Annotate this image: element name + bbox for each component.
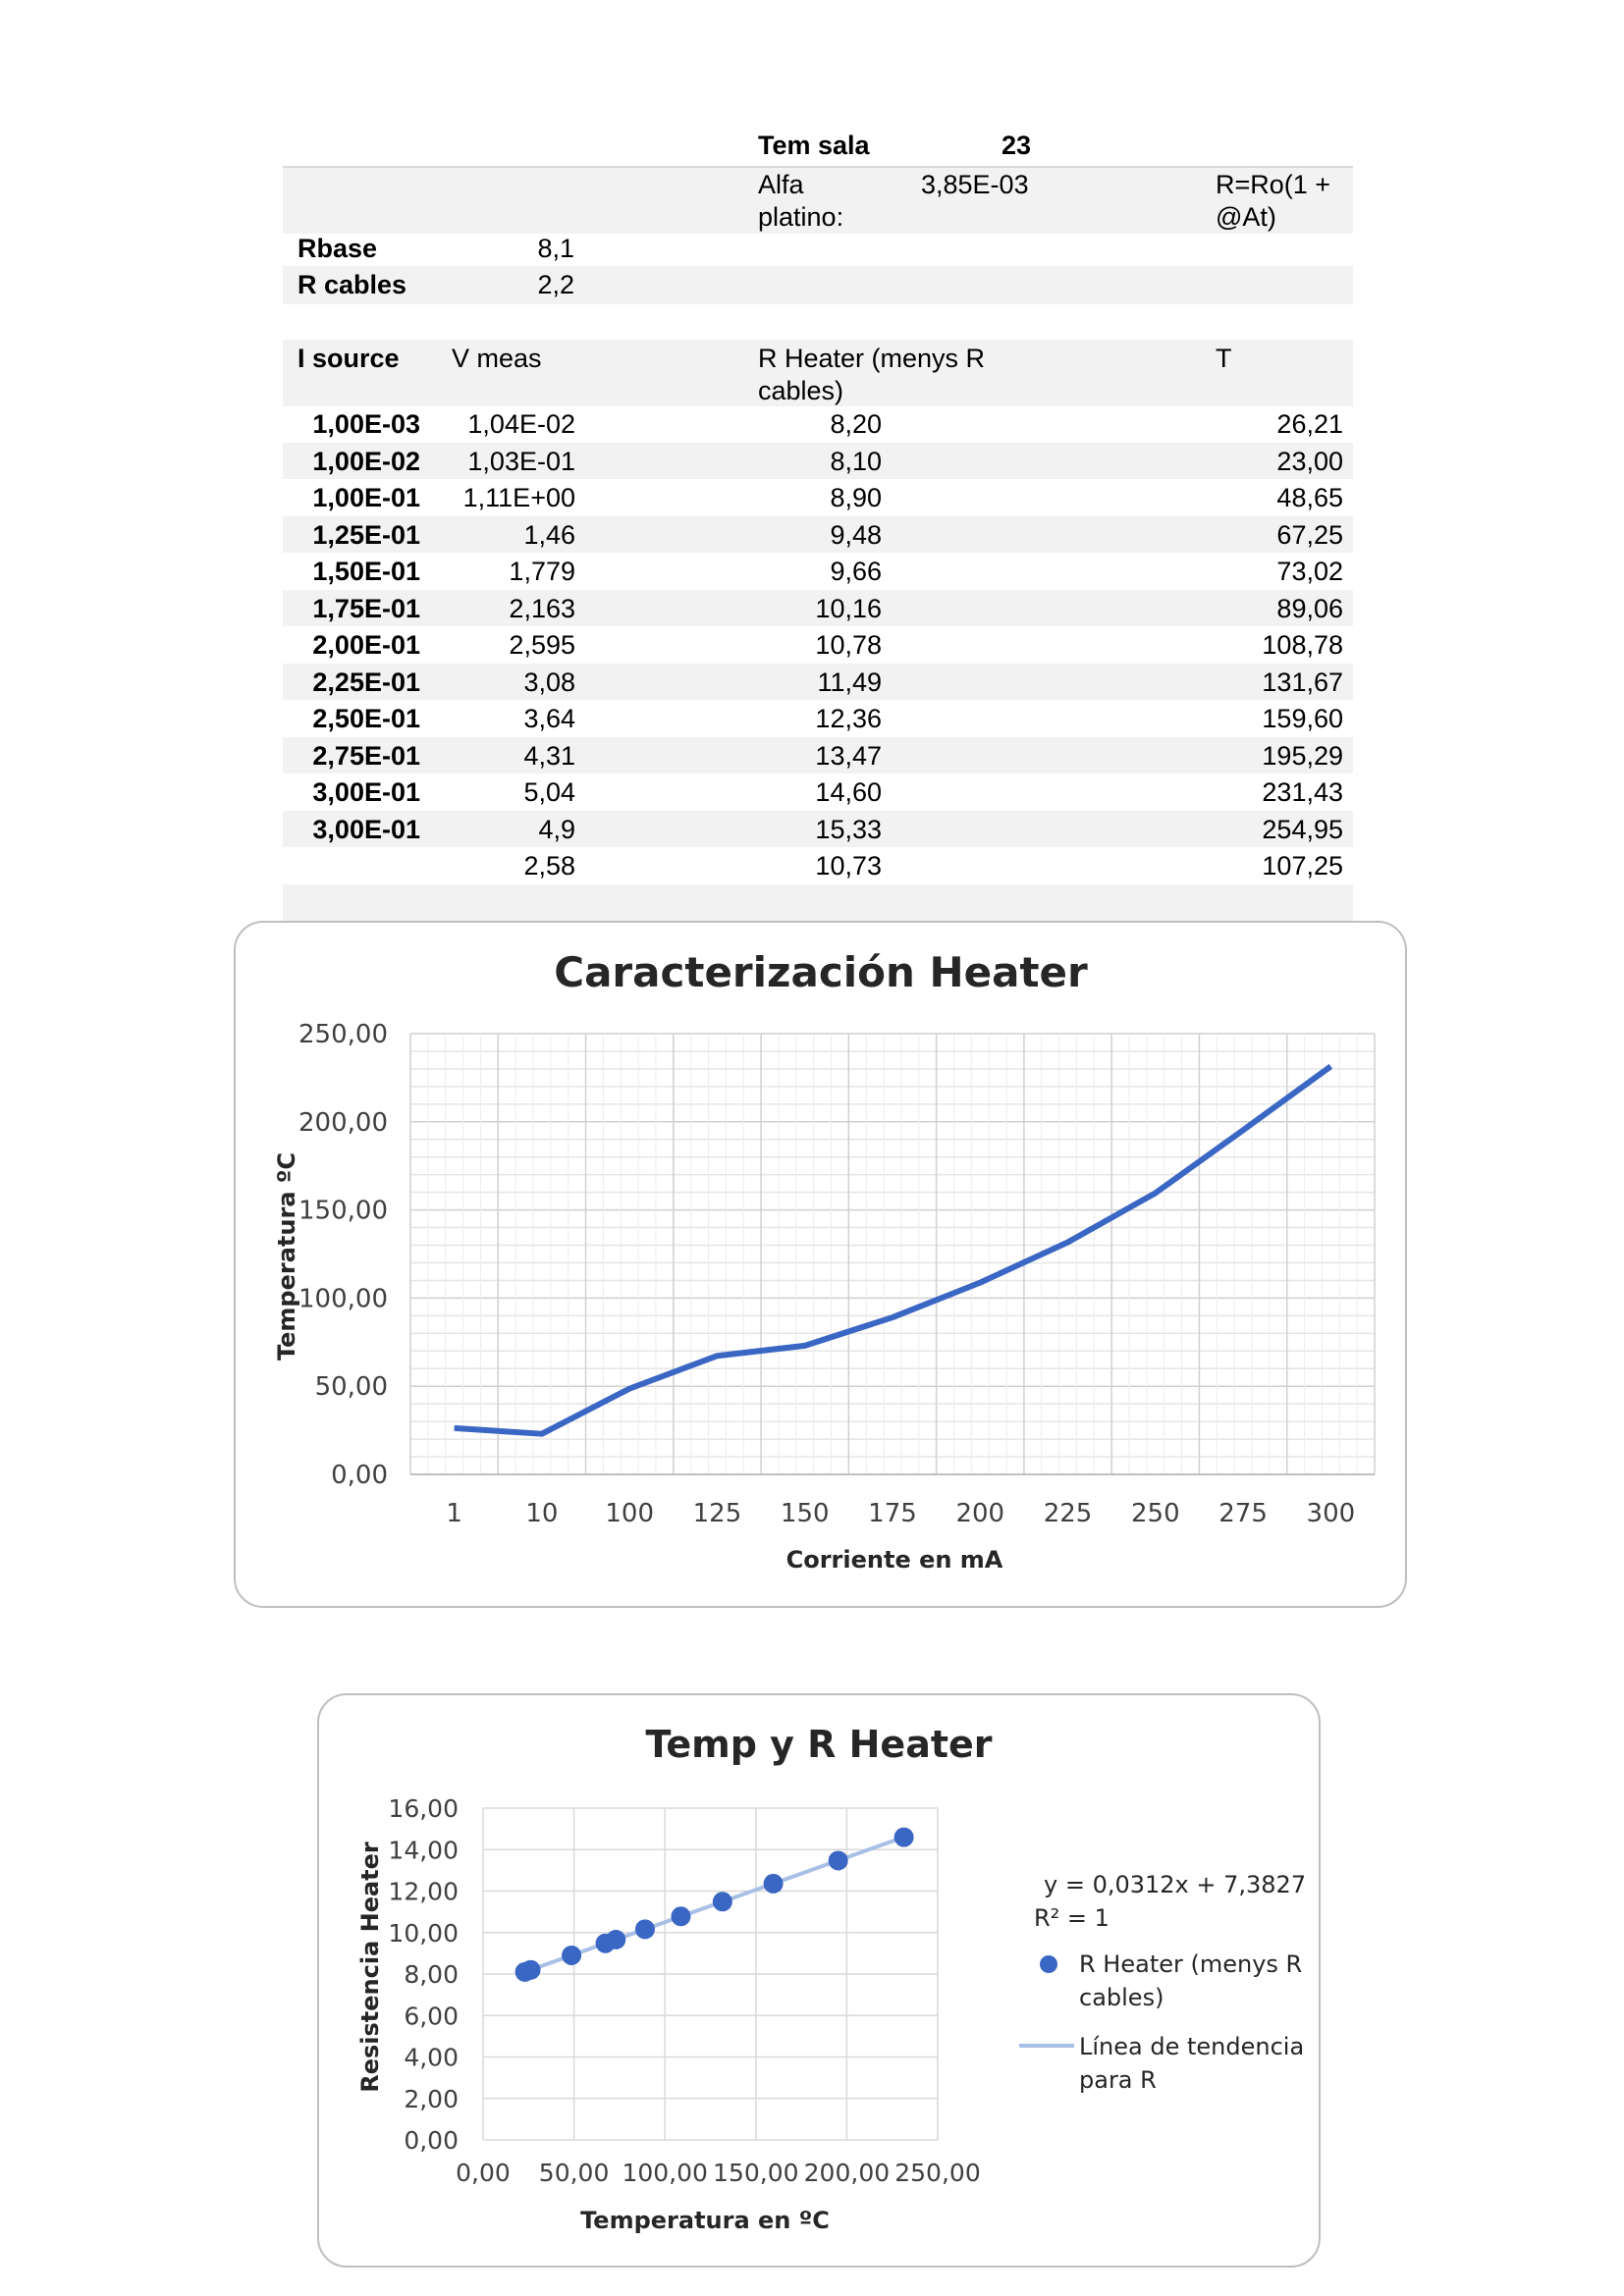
chart-2-y-ticks: 0,00 2,00 4,00 6,00 8,00 10,00 12,00 14,00 16,00: [388, 1794, 459, 2155]
y-tick-label: 0,00: [404, 2126, 459, 2155]
data-point: [606, 1929, 626, 1949]
chart-2-points: [514, 1827, 914, 1982]
x-tick-label: 50,00: [539, 2159, 610, 2187]
chart-2-x-ticks: 0,00 50,00 100,00 150,00 200,00 250,00: [456, 2159, 981, 2187]
chart-temp-r: Temp y R Heater 0,00 2,00 4,00 6,00 8,00 10,0…: [356, 1723, 1306, 2234]
y-tick-label: 10,00: [388, 1919, 459, 1948]
legend-label-trend-1: Línea de tendencia: [1079, 2033, 1304, 2060]
data-point: [514, 1961, 535, 1982]
legend-label-points-1: R Heater (menys R: [1079, 1950, 1302, 1978]
x-tick-label: 150,00: [713, 2159, 798, 2187]
data-point: [634, 1919, 655, 1940]
x-tick-label: 0,00: [456, 2159, 511, 2187]
chart-2-x-axis-label: Temperatura en ºC: [580, 2207, 830, 2234]
data-point: [893, 1827, 914, 1847]
trendline-equation: y = 0,0312x + 7,3827: [1044, 1871, 1306, 1898]
x-tick-label: 250,00: [894, 2159, 980, 2187]
chart-2-y-axis-label: Resistencia Heater: [356, 1842, 384, 2093]
y-tick-label: 16,00: [388, 1794, 459, 1823]
chart-2-gridlines: [482, 1807, 939, 2141]
y-tick-label: 14,00: [388, 1836, 459, 1864]
data-point: [562, 1945, 582, 1965]
y-tick-label: 6,00: [404, 2002, 459, 2030]
y-tick-label: 8,00: [404, 1960, 459, 1989]
chart-2-title: Temp y R Heater: [645, 1723, 992, 1766]
data-point: [828, 1850, 848, 1871]
y-tick-label: 12,00: [388, 1878, 459, 1906]
y-tick-label: 2,00: [404, 2085, 459, 2113]
trendline-r2: R² = 1: [1034, 1904, 1110, 1932]
legend-label-points-2: cables): [1079, 1984, 1164, 2011]
legend-label-trend-2: para R: [1079, 2066, 1157, 2094]
x-tick-label: 100,00: [622, 2159, 707, 2187]
data-point: [671, 1906, 691, 1927]
y-tick-label: 4,00: [404, 2044, 459, 2072]
legend-marker-points: [1040, 1955, 1057, 1973]
x-tick-label: 200,00: [804, 2159, 890, 2187]
data-point: [763, 1873, 784, 1894]
data-point: [712, 1892, 732, 1912]
